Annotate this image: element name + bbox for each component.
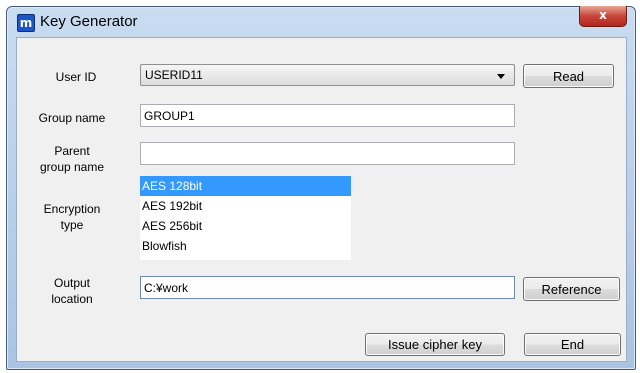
read-button[interactable]: Read — [523, 64, 614, 88]
title-bar[interactable]: m Key Generator x — [7, 6, 635, 37]
output-location-label-line1: Output — [53, 276, 91, 290]
issue-cipher-key-button[interactable]: Issue cipher key — [365, 333, 505, 356]
group-name-label: Group name — [38, 111, 106, 125]
parent-group-input[interactable] — [140, 142, 515, 165]
parent-group-field[interactable] — [141, 143, 514, 164]
encryption-type-label-line1: Encryption — [43, 202, 101, 216]
output-location-label-line2: location — [51, 292, 93, 306]
window-title: Key Generator — [40, 13, 138, 30]
group-name-field[interactable] — [141, 105, 514, 126]
user-id-dropdown[interactable]: USERID11 — [140, 64, 515, 86]
form-panel: User ID USERID11 Read Group name Parent … — [16, 37, 627, 362]
reference-button[interactable]: Reference — [523, 277, 620, 301]
encryption-type-list[interactable]: AES 128bit AES 192bit AES 256bit Blowfis… — [140, 176, 351, 260]
close-icon: x — [599, 8, 607, 22]
chevron-down-icon[interactable] — [497, 74, 505, 79]
encryption-type-label: Encryption type — [22, 201, 122, 233]
group-name-input[interactable] — [140, 104, 515, 127]
output-location-input[interactable] — [140, 276, 515, 299]
app-icon: m — [17, 14, 35, 32]
key-generator-window: m Key Generator x User ID USERID11 Read … — [6, 6, 636, 370]
list-item[interactable]: AES 192bit — [140, 196, 351, 216]
output-location-field[interactable] — [141, 277, 514, 298]
user-id-label: User ID — [55, 70, 97, 84]
close-button[interactable]: x — [579, 6, 627, 27]
list-item[interactable]: AES 256bit — [140, 216, 351, 236]
user-id-value: USERID11 — [145, 68, 203, 82]
end-button[interactable]: End — [524, 333, 621, 356]
list-item[interactable]: AES 128bit — [140, 176, 351, 196]
parent-group-label-line1: Parent — [54, 144, 90, 158]
output-location-label: Output location — [22, 275, 122, 307]
parent-group-label-line2: group name — [39, 160, 105, 174]
list-item[interactable]: Blowfish — [140, 236, 351, 256]
parent-group-label: Parent group name — [22, 143, 122, 175]
encryption-type-label-line2: type — [60, 218, 84, 232]
